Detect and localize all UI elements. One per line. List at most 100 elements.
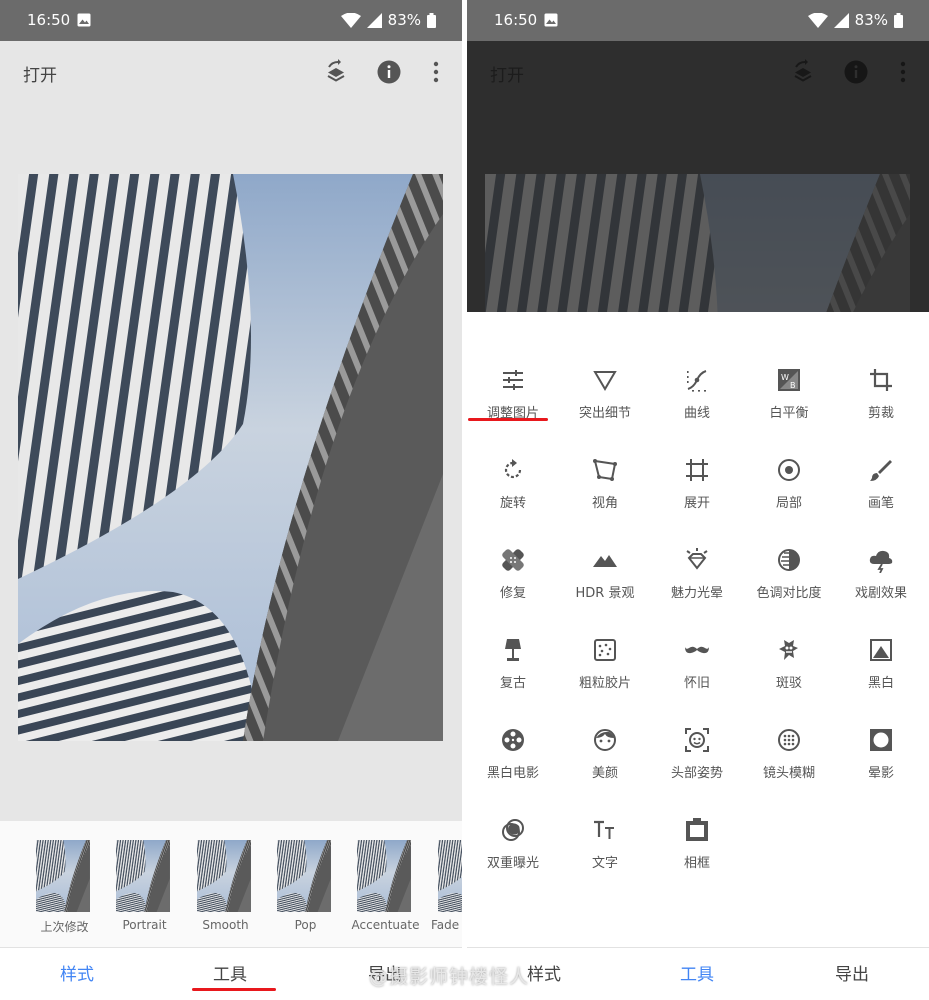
film-reel-icon: [502, 729, 524, 751]
tool-vignette[interactable]: 晕影: [835, 712, 927, 796]
tool-glamour-glow[interactable]: 魅力光晕: [651, 532, 743, 616]
tab-tools[interactable]: 工具: [642, 948, 752, 1000]
look-item[interactable]: Pop: [268, 840, 343, 932]
tool-black-white[interactable]: 黑白: [835, 622, 927, 706]
tool-expand[interactable]: 展开: [651, 442, 743, 526]
watermark: @摄影师钟楼怪人: [369, 966, 530, 988]
annotation-underline: [468, 418, 548, 421]
more-menu-icon[interactable]: [423, 59, 449, 85]
rotate-icon: [504, 459, 522, 479]
tool-label: 怀旧: [683, 676, 710, 691]
tool-lens-blur[interactable]: 镜头模糊: [743, 712, 835, 796]
bottom-nav: 样式 工具 导出: [467, 947, 929, 1000]
curves-icon: [687, 370, 707, 392]
tool-double-exposure[interactable]: 双重曝光: [467, 802, 559, 886]
tool-label: 头部姿势: [670, 766, 723, 781]
look-thumbnail: [268, 840, 340, 912]
layers-history-icon[interactable]: [323, 59, 349, 85]
look-item[interactable]: Fade: [429, 840, 462, 932]
tool-tonal-contrast[interactable]: 色调对比度: [743, 532, 835, 616]
tool-drama[interactable]: 戏剧效果: [835, 532, 927, 616]
tool-tune-image[interactable]: 调整图片: [467, 352, 559, 436]
tool-healing[interactable]: 修复: [467, 532, 559, 616]
svg-text:B: B: [790, 381, 796, 390]
signal-icon: [833, 12, 849, 28]
status-indicators: 83%: [340, 11, 436, 29]
tool-text[interactable]: 文字: [559, 802, 651, 886]
tool-frames[interactable]: 相框: [651, 802, 743, 886]
battery-icon: [894, 12, 903, 28]
look-thumbnail: [27, 840, 99, 912]
tool-vintage[interactable]: 复古: [467, 622, 559, 706]
tool-label: 美颜: [591, 766, 618, 781]
text-icon: [594, 820, 614, 839]
look-label: Portrait: [122, 918, 167, 932]
look-label: Fade: [431, 918, 460, 932]
tool-grunge[interactable]: 斑驳: [743, 622, 835, 706]
tool-brush[interactable]: 画笔: [835, 442, 927, 526]
tool-label: HDR 景观: [575, 586, 635, 601]
tune-icon: [503, 370, 523, 390]
wifi-icon: [807, 12, 828, 28]
tonal-contrast-icon: [778, 549, 800, 571]
brush-icon: [870, 460, 892, 481]
look-thumbnail: [429, 840, 462, 912]
tool-rotate[interactable]: 旋转: [467, 442, 559, 526]
frames-icon: [686, 818, 708, 841]
tool-label: 白平衡: [769, 406, 809, 421]
vintage-lamp-icon: [505, 639, 521, 661]
glamour-glow-icon: [686, 548, 708, 570]
look-item[interactable]: Smooth: [188, 840, 263, 932]
tool-face-enhance[interactable]: 美颜: [559, 712, 651, 796]
tool-label: 展开: [683, 496, 710, 511]
drama-cloud-icon: [869, 550, 893, 573]
open-button[interactable]: 打开: [23, 61, 57, 86]
tool-details[interactable]: 突出细节: [559, 352, 651, 436]
grainy-film-icon: [594, 639, 616, 661]
tool-perspective[interactable]: 视角: [559, 442, 651, 526]
looks-strip: 上次修改 Portrait Smooth Pop Accentuate Fade: [0, 821, 462, 947]
tab-export[interactable]: 导出: [797, 948, 907, 1000]
tool-label: 视角: [591, 496, 618, 511]
status-time: 16:50: [27, 11, 71, 29]
tool-hdr-scape[interactable]: HDR 景观: [559, 532, 651, 616]
look-item[interactable]: Accentuate: [348, 840, 423, 932]
dimmed-background[interactable]: 打开: [467, 41, 929, 312]
face-icon: [594, 729, 616, 751]
look-label: Accentuate: [351, 918, 420, 932]
svg-text:W: W: [781, 373, 789, 382]
selective-icon: [778, 459, 800, 481]
tool-white-balance[interactable]: WB 白平衡: [743, 352, 835, 436]
double-exposure-icon: [502, 819, 524, 841]
expand-icon: [686, 459, 708, 481]
image-notification-icon: [544, 13, 558, 27]
look-item[interactable]: Portrait: [107, 840, 182, 932]
info-icon[interactable]: [376, 59, 402, 85]
details-triangle-icon: [593, 371, 617, 391]
tool-head-pose[interactable]: 头部姿势: [651, 712, 743, 796]
perspective-icon: [593, 459, 617, 481]
status-bar: 16:50 83%: [467, 0, 929, 41]
look-item[interactable]: 上次修改: [27, 840, 102, 935]
status-indicators: 83%: [807, 11, 903, 29]
status-bar: 16:50 83%: [0, 0, 462, 41]
tool-curves[interactable]: 曲线: [651, 352, 743, 436]
tool-crop[interactable]: 剪裁: [835, 352, 927, 436]
tool-retrolux[interactable]: 怀旧: [651, 622, 743, 706]
info-icon: [844, 60, 868, 84]
tool-selective[interactable]: 局部: [743, 442, 835, 526]
more-menu-icon: [900, 61, 906, 83]
look-thumbnail: [348, 840, 420, 912]
crop-icon: [870, 369, 892, 391]
look-label: Smooth: [202, 918, 249, 932]
tab-styles[interactable]: 样式: [22, 948, 132, 1000]
tab-tools[interactable]: 工具: [175, 948, 285, 1000]
tool-label: 局部: [775, 496, 802, 511]
layers-history-icon: [794, 59, 812, 82]
tool-grainy-film[interactable]: 粗粒胶片: [559, 622, 651, 706]
lens-blur-icon: [778, 729, 800, 751]
tool-noir[interactable]: 黑白电影: [467, 712, 559, 796]
tool-label: 画笔: [867, 496, 894, 511]
white-balance-icon: WB: [778, 369, 800, 391]
hdr-mountain-icon: [593, 555, 617, 567]
